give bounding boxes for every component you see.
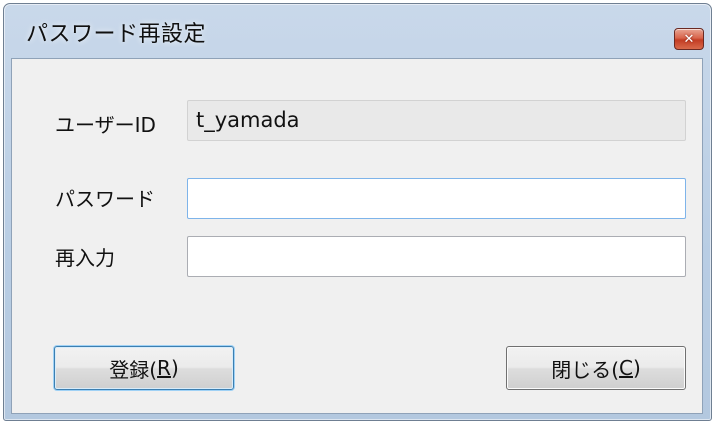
close-button[interactable]: 閉じる(C) — [506, 346, 686, 390]
close-button-paren: ) — [632, 356, 641, 380]
dialog-window: パスワード再設定 ✕ ユーザーID t_yamada パスワード 再入力 登録(… — [3, 3, 712, 421]
window-title: パスワード再設定 — [26, 22, 207, 47]
userid-label: ユーザーID — [55, 113, 156, 137]
close-mnemonic: C — [619, 356, 633, 380]
close-window-button[interactable]: ✕ — [674, 28, 704, 50]
reenter-label: 再入力 — [55, 246, 115, 270]
userid-field: t_yamada — [187, 100, 686, 141]
reenter-password-input[interactable] — [187, 236, 686, 277]
close-icon: ✕ — [683, 31, 695, 47]
password-input[interactable] — [187, 178, 686, 219]
register-button[interactable]: 登録(R) — [54, 346, 234, 390]
title-bar[interactable]: パスワード再設定 ✕ — [4, 4, 711, 58]
dialog-body: ユーザーID t_yamada パスワード 再入力 登録(R) 閉じる(C) — [11, 58, 703, 414]
close-button-label: 閉じる( — [551, 357, 620, 382]
password-label: パスワード — [55, 187, 155, 211]
register-button-label: 登録( — [109, 357, 158, 382]
register-button-paren: ) — [170, 356, 179, 380]
register-mnemonic: R — [157, 356, 171, 380]
